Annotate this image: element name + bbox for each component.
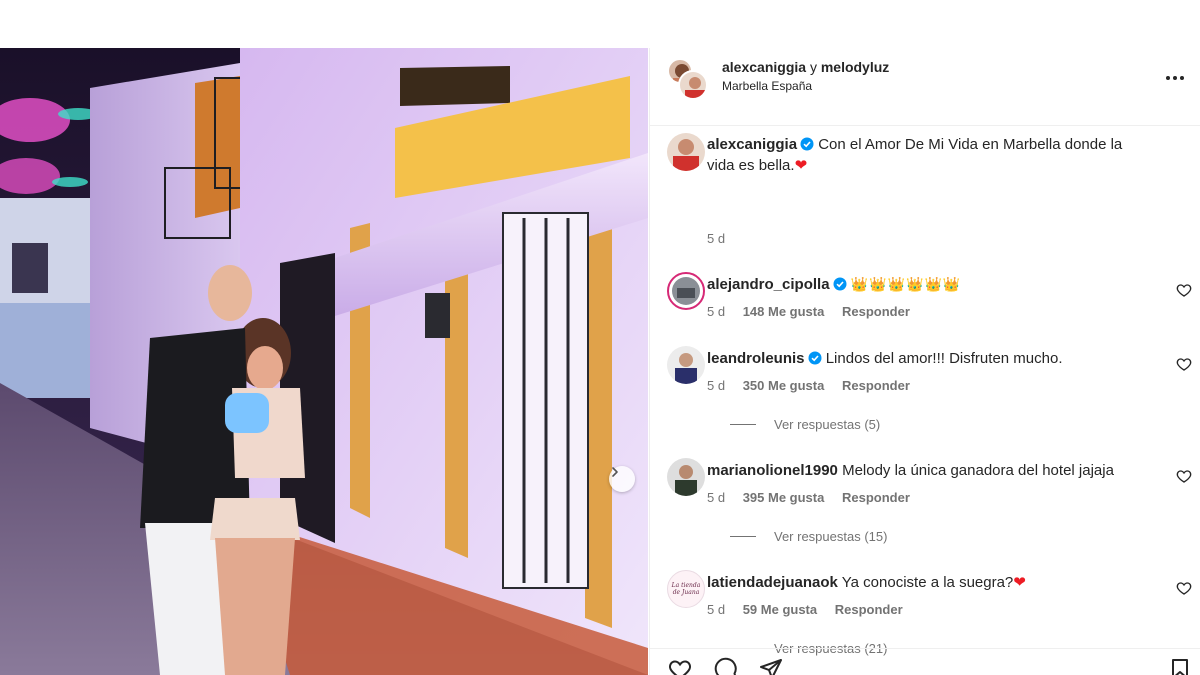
owner-joiner: y [809,59,817,75]
caption-username[interactable]: alexcaniggia [707,136,797,153]
comment-meta: 5 d 148 Me gusta Responder [707,304,910,319]
comment-body: Ya conociste a la suegra? [841,574,1014,591]
comment-likes[interactable]: 59 Me gusta [743,602,817,617]
bookmark-icon[interactable] [1167,657,1193,675]
more-options-button[interactable] [1163,66,1187,90]
post-header: alexcaniggia y melodyluz Marbella España [650,48,1200,126]
comment-likes[interactable]: 350 Me gusta [743,378,825,393]
comment-avatar[interactable]: La tienda de Juana [667,570,705,608]
post-photo[interactable] [0,48,648,675]
comment-body: Melody la única ganadora del hotel jajaj… [842,462,1114,479]
like-comment-heart-icon[interactable] [1176,356,1192,372]
comment-text: marianolionel1990 Melody la única ganado… [707,460,1147,481]
view-replies-button[interactable]: Ver respuestas (15) [730,529,887,544]
verified-badge-icon [800,137,814,151]
heart-icon[interactable] [667,657,693,675]
collab-avatars[interactable] [667,58,709,100]
tienda-logo-text: La tienda de Juana [671,582,701,596]
next-photo-button[interactable] [609,466,635,492]
caption-time[interactable]: 5 d [707,231,725,246]
comment-body: 👑👑👑👑👑👑 [850,276,962,292]
share-icon[interactable] [758,657,784,675]
comment-likes[interactable]: 395 Me gusta [743,490,825,505]
comments-list[interactable]: alexcaniggia Con el Amor De Mi Vida en M… [650,127,1200,656]
verified-badge-icon [808,351,822,365]
reply-button[interactable]: Responder [835,602,903,617]
comment-body: Lindos del amor!!! Disfruten mucho. [825,350,1063,367]
street-scene-image [0,48,648,675]
replies-divider [730,424,756,425]
more-horizontal-icon [1166,76,1184,80]
comment-meta: 5 d 395 Me gusta Responder [707,490,910,505]
like-comment-heart-icon[interactable] [1176,282,1192,298]
comment-username[interactable]: leandroleunis [707,350,805,367]
avatar-alexcaniggia[interactable] [678,70,708,100]
chevron-right-icon [612,467,618,477]
heart-emoji: ❤ [794,157,808,174]
comment-time[interactable]: 5 d [707,304,725,319]
verified-badge-icon [833,277,847,291]
reply-button[interactable]: Responder [842,490,910,505]
caption-avatar[interactable] [667,133,705,171]
replies-divider [730,536,756,537]
comment-avatar[interactable] [667,346,705,384]
post-actions-bar [650,648,1200,675]
reply-button[interactable]: Responder [842,304,910,319]
comment-meta: 5 d 350 Me gusta Responder [707,378,910,393]
owner-username[interactable]: alexcaniggia [722,59,806,75]
caption-meta: 5 d [707,231,725,246]
comment-time[interactable]: 5 d [707,378,725,393]
comment-text: leandroleunis Lindos del amor!!! Disfrut… [707,348,1147,369]
comment-meta: 5 d 59 Me gusta Responder [707,602,903,617]
comment-time[interactable]: 5 d [707,602,725,617]
comment-icon[interactable] [713,657,739,675]
comment-avatar[interactable] [667,272,705,310]
comment-username[interactable]: alejandro_cipolla [707,276,830,293]
comment-likes[interactable]: 148 Me gusta [743,304,825,319]
collab-username[interactable]: melodyluz [821,59,889,75]
comment-avatar[interactable] [667,458,705,496]
post-owners: alexcaniggia y melodyluz [722,58,889,76]
view-replies-label: Ver respuestas (5) [774,417,881,432]
reply-button[interactable]: Responder [842,378,910,393]
comment-time[interactable]: 5 d [707,490,725,505]
like-comment-heart-icon[interactable] [1176,468,1192,484]
post-side-panel: alexcaniggia y melodyluz Marbella España… [649,48,1200,675]
view-replies-button[interactable]: Ver respuestas (5) [730,417,880,432]
comment-username[interactable]: latiendadejuanaok [707,574,838,591]
post-location[interactable]: Marbella España [722,79,812,93]
comment-text: latiendadejuanaok Ya conociste a la sueg… [707,572,1147,593]
caption-text: alexcaniggia Con el Amor De Mi Vida en M… [707,134,1147,176]
like-comment-heart-icon[interactable] [1176,580,1192,596]
heart-emoji: ❤ [1013,574,1026,591]
comment-text: alejandro_cipolla 👑👑👑👑👑👑 [707,274,1147,295]
view-replies-label: Ver respuestas (15) [774,529,888,544]
comment-username[interactable]: marianolionel1990 [707,462,838,479]
